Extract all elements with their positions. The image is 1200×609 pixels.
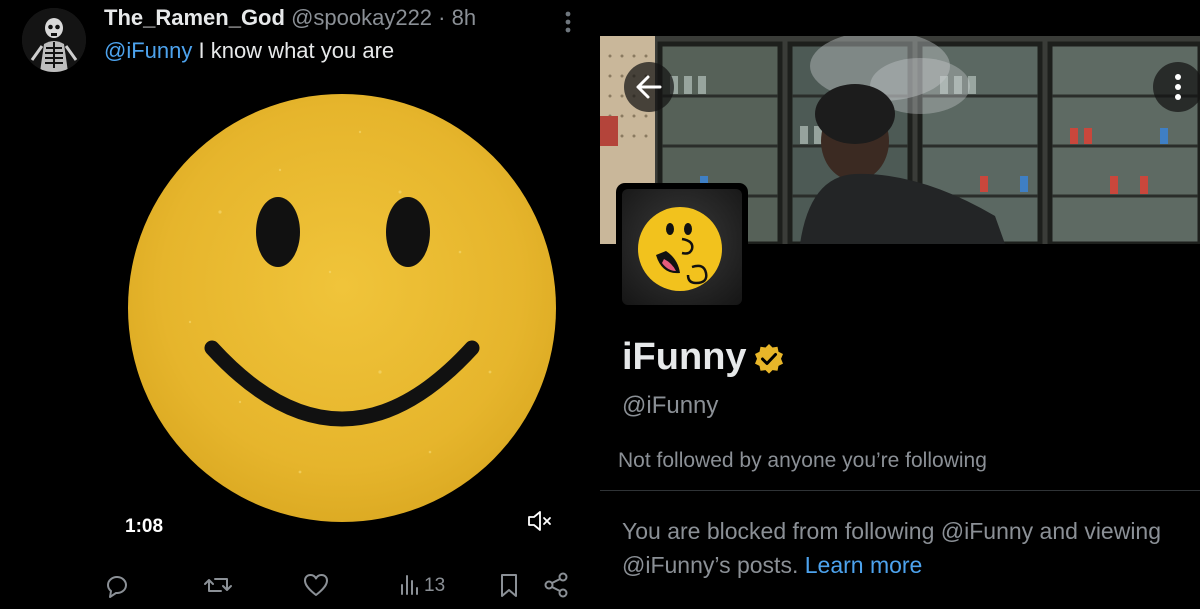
profile-avatar[interactable] (616, 183, 748, 311)
mention-link[interactable]: @iFunny (104, 38, 192, 63)
more-vertical-icon[interactable] (560, 8, 576, 36)
tweet-actions (0, 566, 600, 604)
meta-separator: · (432, 5, 452, 30)
more-icon (1175, 74, 1181, 100)
smiley-face-image (128, 94, 556, 522)
tweet-body: I know what you are (192, 38, 395, 63)
back-arrow-icon (636, 75, 662, 99)
blocked-notice: You are blocked from following @iFunny a… (622, 514, 1200, 582)
author-name[interactable]: The_Ramen_God (104, 5, 285, 30)
learn-more-link[interactable]: Learn more (805, 552, 923, 578)
followers-you-know[interactable]: Not followed by anyone you’re following (618, 449, 987, 473)
like-icon[interactable] (302, 570, 330, 600)
profile-display-name: iFunny (622, 336, 747, 378)
tweet-text: @iFunny I know what you are (104, 38, 394, 64)
author-avatar[interactable] (22, 8, 86, 72)
more-button[interactable] (1153, 62, 1200, 112)
bookmark-icon[interactable] (497, 570, 521, 600)
share-icon[interactable] (542, 570, 570, 600)
views-count: 13 (424, 575, 446, 596)
author-handle[interactable]: @spookay222 (291, 5, 432, 30)
profile-top-bar (600, 0, 1200, 36)
reply-icon[interactable] (104, 570, 130, 600)
video-player[interactable] (80, 72, 600, 552)
divider (600, 490, 1200, 491)
back-button[interactable] (624, 62, 674, 112)
video-duration: 1:08 (125, 516, 164, 537)
skeleton-avatar-image (22, 8, 86, 72)
mute-icon[interactable] (526, 508, 554, 534)
profile-handle: @iFunny (622, 392, 719, 419)
ifunny-logo (622, 189, 742, 305)
tweet-header: The_Ramen_God @spookay222 · 8h (104, 5, 476, 31)
tweet-time[interactable]: 8h (452, 5, 476, 30)
retweet-icon[interactable] (203, 570, 233, 600)
views-icon[interactable] (398, 570, 422, 600)
verified-badge-icon[interactable] (752, 342, 786, 376)
